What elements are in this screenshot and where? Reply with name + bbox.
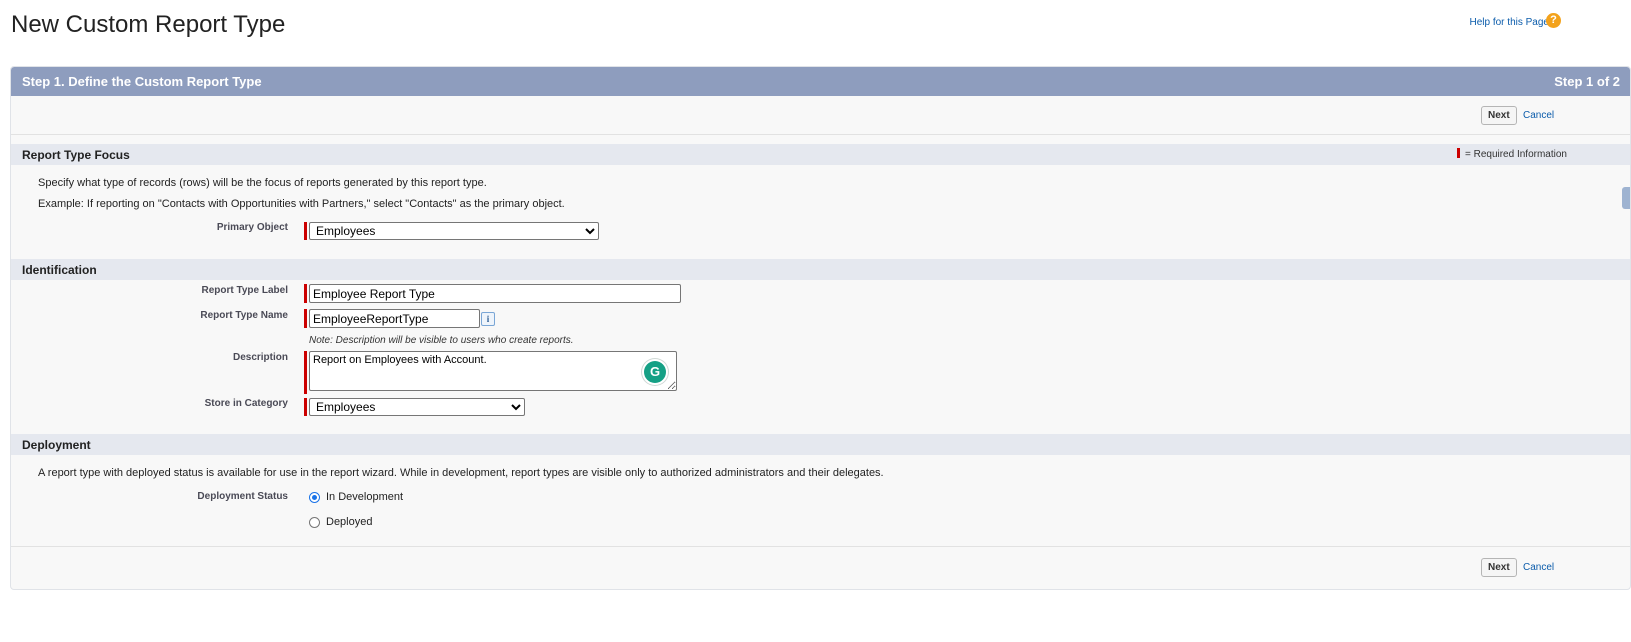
page-title: New Custom Report Type bbox=[11, 11, 286, 38]
report-type-label-label: Report Type Label bbox=[201, 285, 289, 296]
section-title: Identification bbox=[22, 263, 97, 277]
next-button-bottom[interactable]: Next bbox=[1481, 558, 1517, 577]
primary-object-label: Primary Object bbox=[216, 222, 288, 233]
deployment-status-label: Deployment Status bbox=[197, 491, 288, 502]
help-link[interactable]: Help for this Page bbox=[1470, 17, 1550, 28]
section-report-type-focus: Report Type Focus = Required Information bbox=[11, 144, 1630, 165]
next-button-top[interactable]: Next bbox=[1481, 106, 1517, 125]
step-title: Step 1. Define the Custom Report Type bbox=[22, 74, 262, 89]
store-in-category-select[interactable]: Employees bbox=[309, 398, 525, 416]
description-textarea[interactable]: Report on Employees with Account. bbox=[309, 351, 677, 391]
primary-object-field: Employees bbox=[304, 222, 599, 240]
report-type-name-input[interactable] bbox=[309, 309, 480, 328]
section-identification: Identification bbox=[11, 259, 1630, 280]
section-title: Deployment bbox=[22, 438, 91, 452]
help-icon[interactable]: ? bbox=[1546, 13, 1561, 28]
description-field: Report on Employees with Account. bbox=[304, 351, 677, 394]
step-header: Step 1. Define the Custom Report Type St… bbox=[11, 67, 1630, 96]
report-type-label-field bbox=[304, 284, 681, 303]
radio-in-development[interactable]: In Development bbox=[309, 491, 403, 503]
focus-example: Example: If reporting on "Contacts with … bbox=[38, 198, 565, 210]
store-in-category-field: Employees bbox=[304, 398, 525, 416]
description-note: Note: Description will be visible to use… bbox=[309, 335, 574, 346]
section-title: Report Type Focus bbox=[22, 148, 130, 162]
radio-deployed[interactable]: Deployed bbox=[309, 516, 372, 528]
radio-checked-icon[interactable] bbox=[309, 491, 320, 503]
section-deployment: Deployment bbox=[11, 434, 1630, 455]
radio-label: In Development bbox=[326, 491, 404, 503]
store-in-category-label: Store in Category bbox=[204, 398, 288, 409]
grammarly-icon[interactable]: G bbox=[644, 361, 666, 383]
info-icon[interactable]: i bbox=[481, 312, 495, 326]
radio-unchecked-icon[interactable] bbox=[309, 516, 320, 528]
report-type-label-input[interactable] bbox=[309, 284, 681, 303]
radio-label: Deployed bbox=[326, 516, 373, 528]
cancel-link-top[interactable]: Cancel bbox=[1523, 110, 1554, 121]
deployment-description: A report type with deployed status is av… bbox=[38, 467, 884, 479]
wizard-panel: Step 1. Define the Custom Report Type St… bbox=[10, 66, 1631, 590]
report-type-name-label: Report Type Name bbox=[200, 310, 288, 321]
primary-object-select[interactable]: Employees bbox=[309, 222, 599, 240]
divider bbox=[11, 546, 1630, 547]
required-legend: = Required Information bbox=[1456, 148, 1567, 160]
focus-description: Specify what type of records (rows) will… bbox=[38, 177, 487, 189]
cancel-link-bottom[interactable]: Cancel bbox=[1523, 562, 1554, 573]
required-marker-icon bbox=[1456, 148, 1460, 158]
report-type-name-field bbox=[304, 309, 480, 328]
step-indicator: Step 1 of 2 bbox=[1554, 74, 1620, 89]
side-panel-toggle[interactable] bbox=[1622, 187, 1630, 209]
divider bbox=[11, 134, 1630, 135]
description-label: Description bbox=[232, 352, 288, 363]
